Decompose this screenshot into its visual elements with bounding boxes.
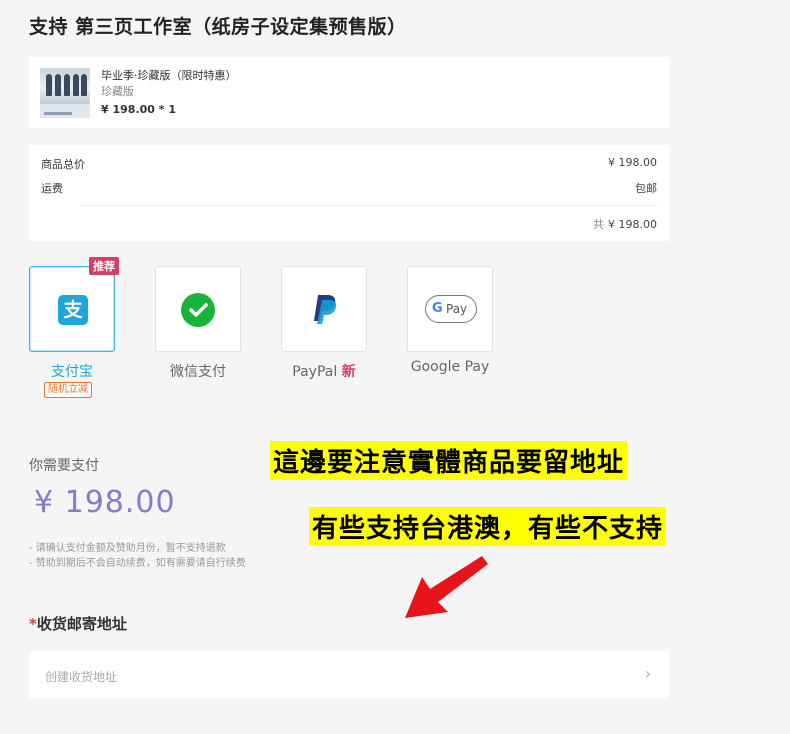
alipay-icon: 支: [58, 295, 88, 325]
product-thumbnail: [40, 68, 90, 118]
create-address-field[interactable]: 创建收货地址 ›: [29, 651, 669, 699]
goods-total-value: ¥ 198.00: [608, 156, 657, 169]
pay-option-paypal[interactable]: [281, 266, 367, 352]
goods-total-label: 商品总价: [41, 158, 85, 171]
required-mark: *: [29, 615, 37, 633]
shipping-row: 运费 包邮: [41, 180, 657, 196]
google-pay-icon: G Pay: [425, 295, 477, 323]
address-placeholder: 创建收货地址: [45, 670, 118, 684]
wechat-icon: [181, 293, 215, 327]
pay-label-google-pay: Google Pay: [410, 359, 490, 375]
amount-label: 你需要支付: [29, 458, 99, 474]
page-title: 支持 第三页工作室（纸房子设定集预售版）: [29, 16, 407, 38]
google-pay-text: Pay: [446, 302, 468, 316]
product-card: 毕业季·珍藏版（限时特惠） 珍藏版 ¥ 198.00 * 1: [29, 57, 669, 128]
red-arrow-icon: [405, 556, 488, 618]
goods-total-row: 商品总价 ¥ 198.00: [41, 156, 657, 172]
paypal-icon: [311, 293, 339, 329]
payment-notes: - 请确认支付金额及赞助月份，暂不支持退款 - 赞助到期后不会自动续费，如有需要…: [29, 541, 246, 571]
product-price: ¥ 198.00 * 1: [101, 103, 176, 116]
pay-label-paypal: PayPal 新: [269, 361, 379, 381]
pay-label-wechat: 微信支付: [170, 364, 226, 380]
pay-option-alipay[interactable]: 支: [29, 266, 115, 352]
grand-total-value: ¥ 198.00: [608, 218, 657, 231]
pay-label-alipay: 支付宝: [51, 364, 93, 380]
annotation-address-note: 這邊要注意實體商品要留地址: [270, 441, 628, 480]
pay-option-wechat[interactable]: [155, 266, 241, 352]
note-item: - 赞助到期后不会自动续费，如有需要请自行续费: [29, 558, 246, 569]
paypal-label-text: PayPal: [292, 364, 338, 380]
summary-divider: [80, 205, 657, 206]
google-g-glyph: G: [432, 301, 443, 316]
pay-option-google-pay[interactable]: G Pay: [407, 266, 493, 352]
random-discount-badge: 随机立减: [44, 382, 92, 398]
address-title-text: 收货邮寄地址: [36, 615, 127, 633]
address-section-title: *收货邮寄地址: [29, 613, 127, 634]
product-name: 毕业季·珍藏版（限时特惠）: [101, 69, 237, 82]
chevron-right-icon: ›: [644, 664, 651, 683]
recommend-badge: 推荐: [89, 257, 119, 275]
amount-value: ¥ 198.00: [34, 485, 176, 520]
shipping-value: 包邮: [635, 182, 657, 195]
note-item: - 请确认支付金额及赞助月份，暂不支持退款: [29, 543, 226, 554]
annotation-region-note: 有些支持台港澳，有些不支持: [309, 507, 667, 546]
grand-total: 共 ¥ 198.00: [593, 216, 657, 232]
new-tag: 新: [341, 364, 356, 380]
shipping-label: 运费: [41, 182, 63, 195]
grand-total-prefix: 共: [593, 218, 605, 231]
product-variant: 珍藏版: [101, 85, 134, 98]
